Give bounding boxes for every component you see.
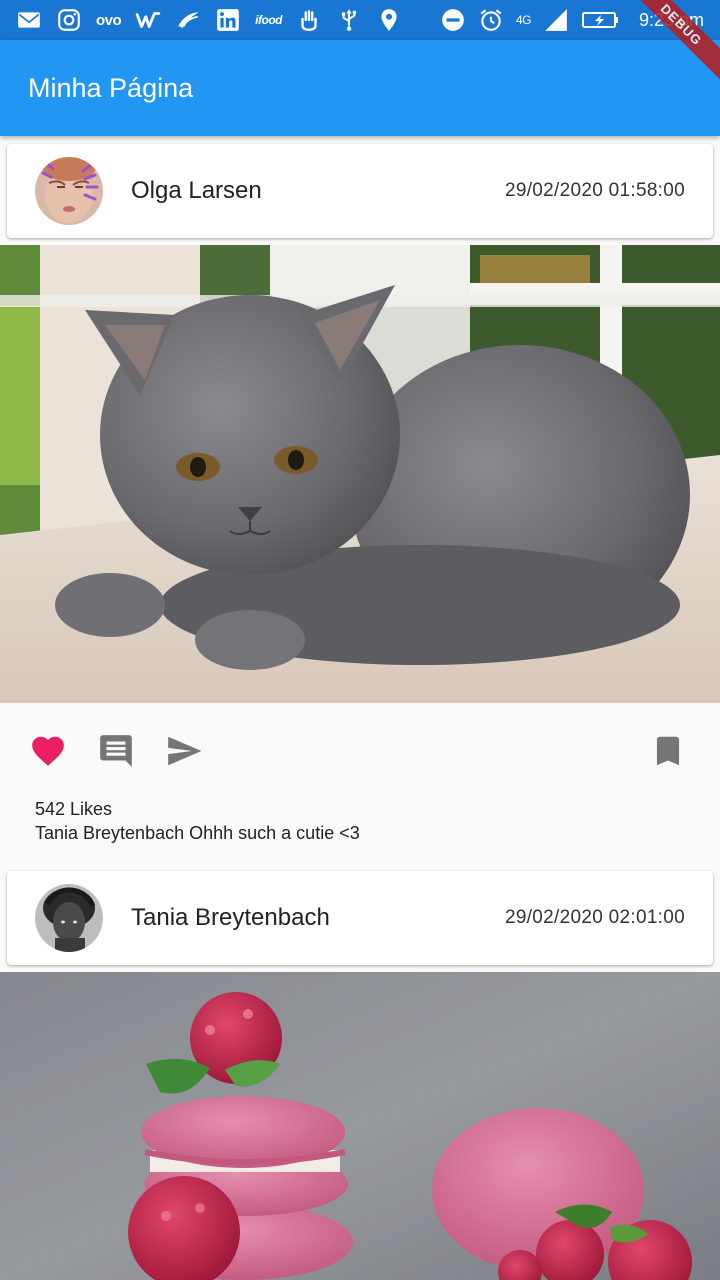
avatar[interactable]: [35, 157, 103, 225]
post-image[interactable]: [0, 972, 720, 1280]
author-name[interactable]: Tania Breytenbach: [131, 904, 330, 932]
status-bar: ovo ifood 4G: [0, 0, 720, 40]
do-not-disturb-icon: [440, 7, 466, 33]
send-icon[interactable]: [164, 731, 204, 771]
post-header[interactable]: Olga Larsen 29/02/2020 01:58:00: [7, 144, 713, 238]
gmail-icon: [16, 7, 42, 33]
location-icon: [376, 7, 402, 33]
page-title: Minha Página: [28, 72, 194, 103]
post-header[interactable]: Tania Breytenbach 29/02/2020 02:01:00: [7, 871, 713, 965]
hand-app-icon: [296, 7, 322, 33]
likes-count: 542 Likes: [35, 799, 113, 819]
network-label: 4G: [515, 13, 532, 27]
avatar[interactable]: [35, 884, 103, 952]
alarm-icon: [478, 7, 504, 33]
comment-icon[interactable]: [96, 731, 136, 771]
post-image[interactable]: [0, 245, 720, 703]
heart-icon[interactable]: [28, 731, 68, 771]
bookmark-icon[interactable]: [648, 731, 688, 771]
instagram-icon: [56, 7, 82, 33]
app-bar: Minha Página: [0, 40, 720, 136]
linkedin-icon: [215, 7, 241, 33]
post-comment: Tania Breytenbach Ohhh such a cutie <3: [35, 823, 360, 844]
w-app-icon: [135, 7, 161, 33]
ifood-icon: ifood: [255, 13, 282, 27]
author-name[interactable]: Olga Larsen: [131, 177, 262, 205]
comment-text: Ohhh such a cutie <3: [189, 823, 360, 843]
usb-icon: [336, 7, 362, 33]
ovo-icon: ovo: [96, 11, 122, 29]
battery-charging-icon: [581, 7, 621, 33]
post-date: 29/02/2020 02:01:00: [504, 907, 685, 928]
comment-author[interactable]: Tania Breytenbach: [35, 823, 184, 843]
swoosh-app-icon: [175, 7, 201, 33]
status-bar-left: ovo ifood: [16, 7, 402, 33]
post-actions: [0, 706, 720, 796]
signal-icon: [543, 7, 569, 33]
post-date: 29/02/2020 01:58:00: [504, 180, 685, 201]
